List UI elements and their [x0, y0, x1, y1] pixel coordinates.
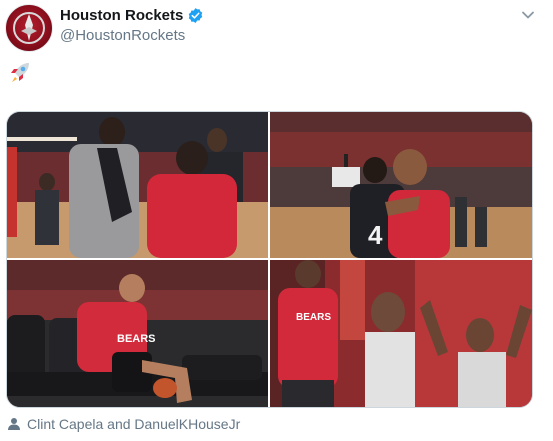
- photo-3[interactable]: BEARS: [7, 260, 268, 407]
- shirt-text: BEARS: [296, 312, 331, 323]
- chevron-down-icon[interactable]: [521, 8, 535, 22]
- photo-1[interactable]: [7, 112, 268, 258]
- tagged-people-label[interactable]: Clint Capela and DanuelKHouseJr: [27, 416, 240, 432]
- photo-4[interactable]: BEARS: [270, 260, 532, 407]
- shirt-text: BEARS: [117, 333, 156, 345]
- photo-2-image: 4: [270, 112, 532, 258]
- rocket-icon: [11, 63, 29, 82]
- tagged-people[interactable]: Clint Capela and DanuelKHouseJr: [7, 416, 240, 432]
- photo-3-image: BEARS: [7, 260, 268, 407]
- photo-2[interactable]: 4: [270, 112, 532, 258]
- avatar[interactable]: [5, 4, 53, 52]
- photo-1-image: [7, 112, 268, 258]
- photo-4-image: BEARS: [270, 260, 532, 407]
- author-name-row: Houston Rockets: [60, 7, 204, 24]
- display-name[interactable]: Houston Rockets: [60, 7, 183, 24]
- verified-badge-icon: [189, 8, 203, 23]
- handle[interactable]: @HoustonRockets: [60, 27, 185, 44]
- media-grid: 4 BEARS BEARS: [6, 111, 533, 408]
- jersey-number: 4: [368, 220, 383, 250]
- rockets-logo-icon: [13, 12, 45, 44]
- person-icon: [8, 418, 20, 430]
